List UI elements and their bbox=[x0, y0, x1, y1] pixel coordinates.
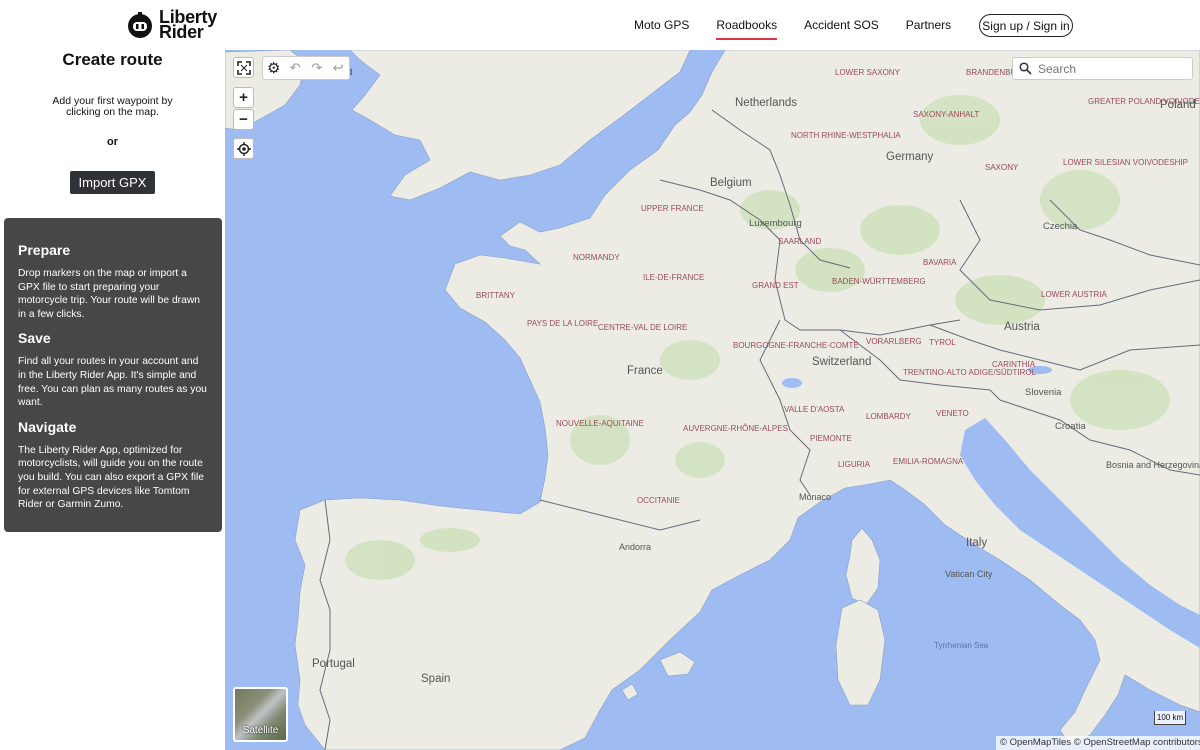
label-region: NORTH RHINE-WESTPHALIA bbox=[791, 131, 901, 140]
map-base: Netherlands Belgium Luxembourg Germany C… bbox=[225, 50, 1200, 750]
label-region: TRENTINO-ALTO ADIGE/SÜDTIROL bbox=[903, 368, 1037, 377]
map-scale: 100 km bbox=[1154, 711, 1186, 725]
zoom-in-button[interactable]: + bbox=[233, 87, 254, 108]
route-sidebar: Create route Add your first waypoint by … bbox=[0, 50, 225, 750]
prepare-text: Drop markers on the map or import a GPX … bbox=[18, 268, 200, 320]
label-vatican: Vatican City bbox=[945, 569, 993, 579]
label-region: CARINTHIA bbox=[992, 360, 1036, 369]
label-austria: Austria bbox=[1004, 321, 1040, 333]
label-region: LOMBARDY bbox=[866, 412, 912, 421]
label-region: TYROL bbox=[929, 338, 956, 347]
label-andorra: Andorra bbox=[619, 542, 651, 552]
label-region: BRITTANY bbox=[476, 291, 516, 300]
undo-icon[interactable]: ↶ bbox=[285, 60, 307, 76]
label-region: GRAND EST bbox=[752, 281, 799, 290]
fullscreen-icon bbox=[236, 60, 251, 75]
lake-geneva bbox=[782, 378, 802, 388]
label-region: PIEMONTE bbox=[810, 434, 852, 443]
route-toolbar: ⚙ ↶ ↷ ↩ bbox=[262, 56, 350, 80]
label-slovenia: Slovenia bbox=[1025, 387, 1062, 398]
label-region: LOWER SAXONY bbox=[835, 68, 901, 77]
label-region: LOWER SILESIAN VOIVODESHIP bbox=[1063, 158, 1188, 167]
save-heading: Save bbox=[18, 330, 51, 347]
label-region: SAXONY bbox=[985, 163, 1019, 172]
label-region: NORMANDY bbox=[573, 253, 620, 262]
label-belgium: Belgium bbox=[710, 177, 752, 189]
sardinia-island bbox=[835, 599, 886, 706]
search-icon bbox=[1019, 62, 1032, 75]
label-france: France bbox=[627, 365, 663, 377]
logo-robot-icon bbox=[128, 12, 152, 38]
info-panel: Prepare Drop markers on the map or impor… bbox=[4, 218, 222, 532]
fullscreen-button[interactable] bbox=[233, 57, 254, 78]
liberty-rider-logo[interactable]: Liberty Rider bbox=[126, 8, 217, 42]
label-croatia: Croatia bbox=[1055, 421, 1086, 432]
label-spain: Spain bbox=[421, 673, 450, 685]
label-region: OCCITANIE bbox=[637, 496, 680, 505]
label-sea: Tyrrhenian Sea bbox=[934, 641, 989, 650]
label-region: EMILIA-ROMAGNA bbox=[893, 457, 964, 466]
locate-crosshair-icon bbox=[236, 141, 251, 156]
sign-in-button[interactable]: Sign up / Sign in bbox=[979, 14, 1073, 37]
nav-accident-sos[interactable]: Accident SOS bbox=[804, 18, 879, 32]
navigate-heading: Navigate bbox=[18, 418, 77, 435]
label-portugal: Portugal bbox=[312, 658, 355, 670]
zoom-out-button[interactable]: − bbox=[233, 109, 254, 130]
label-region: BADEN-WÜRTTEMBERG bbox=[832, 277, 926, 286]
import-gpx-button[interactable]: Import GPX bbox=[70, 171, 155, 194]
redo-icon[interactable]: ↷ bbox=[306, 60, 328, 76]
label-region: SAARLAND bbox=[778, 237, 821, 246]
sea-labels: Tyrrhenian Sea bbox=[934, 641, 989, 650]
label-region: ILE-DE-FRANCE bbox=[643, 273, 704, 282]
or-separator: or bbox=[107, 136, 118, 148]
label-germany: Germany bbox=[886, 151, 934, 163]
page-title: Create route bbox=[62, 50, 163, 69]
navigate-text: The Liberty Rider App, optimized for mot… bbox=[18, 444, 205, 511]
label-region: BOURGOGNE-FRANCHE-COMTÉ bbox=[733, 341, 859, 350]
label-region: VENETO bbox=[936, 409, 969, 418]
label-region: CENTRE-VAL DE LOIRE bbox=[598, 323, 687, 332]
label-switzerland: Switzerland bbox=[812, 356, 871, 368]
nav-moto-gps[interactable]: Moto GPS bbox=[634, 18, 689, 32]
label-region: VALLE D'AOSTA bbox=[784, 405, 845, 414]
label-region: BAVARIA bbox=[923, 258, 957, 267]
main-nav: Moto GPS Roadbooks Accident SOS Partners bbox=[634, 18, 978, 40]
satellite-label: Satellite bbox=[242, 725, 279, 736]
satellite-toggle[interactable]: Satellite bbox=[233, 687, 288, 742]
prepare-heading: Prepare bbox=[18, 242, 71, 258]
label-region: VORARLBERG bbox=[866, 337, 922, 346]
label-czechia: Czechia bbox=[1043, 221, 1078, 232]
tyrrhenian-sea bbox=[880, 555, 1045, 750]
label-monaco: Monaco bbox=[799, 492, 831, 502]
map-attribution[interactable]: © OpenMapTiles © OpenStreetMap contribut… bbox=[996, 736, 1200, 750]
nav-partners[interactable]: Partners bbox=[906, 18, 951, 32]
waypoint-hint: Add your first waypoint by clicking on t… bbox=[52, 95, 173, 118]
return-icon[interactable]: ↩ bbox=[328, 60, 350, 76]
label-region: PAYS DE LA LOIRE bbox=[527, 319, 598, 328]
save-text: Find all your routes in your account and… bbox=[18, 356, 207, 409]
corsica-island bbox=[845, 527, 881, 606]
locate-button[interactable] bbox=[233, 138, 254, 159]
label-region: SAXONY-ANHALT bbox=[913, 110, 979, 119]
label-netherlands: Netherlands bbox=[735, 97, 797, 109]
label-region: LOWER AUSTRIA bbox=[1041, 290, 1107, 299]
label-region: NOUVELLE-AQUITAINE bbox=[556, 419, 644, 428]
nav-roadbooks[interactable]: Roadbooks bbox=[716, 18, 777, 40]
logo-wordmark: Liberty Rider bbox=[159, 7, 217, 42]
search-input[interactable] bbox=[1038, 61, 1183, 76]
label-region: LIGURIA bbox=[838, 460, 871, 469]
map-search bbox=[1012, 57, 1193, 80]
label-bosnia: Bosnia and Herzegovina bbox=[1106, 460, 1200, 470]
label-luxembourg: Luxembourg bbox=[749, 218, 802, 229]
settings-gear-icon[interactable]: ⚙ bbox=[263, 59, 285, 77]
map-canvas[interactable]: Netherlands Belgium Luxembourg Germany C… bbox=[225, 50, 1200, 750]
label-italy: Italy bbox=[966, 537, 987, 549]
label-region: UPPER FRANCE bbox=[641, 204, 704, 213]
label-region: GREATER POLAND VOIVODESHIP bbox=[1088, 97, 1200, 106]
top-header: Liberty Rider Moto GPS Roadbooks Acciden… bbox=[0, 0, 1200, 50]
label-region: AUVERGNE-RHÔNE-ALPES bbox=[683, 424, 788, 433]
